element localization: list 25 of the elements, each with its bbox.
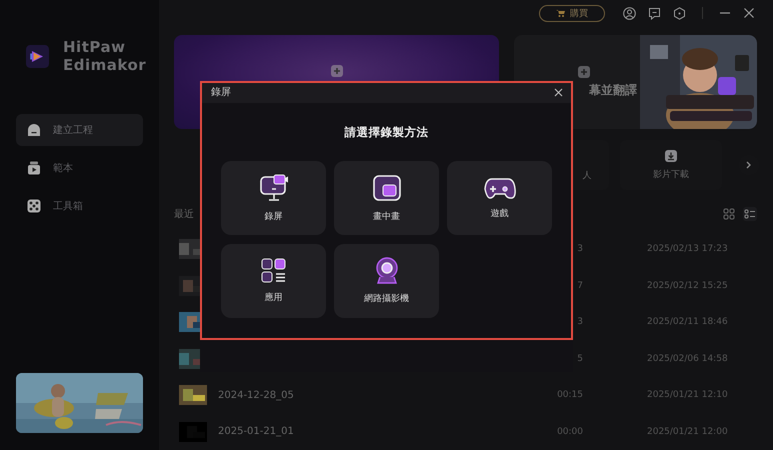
banner-label: 幕並翻譯 bbox=[589, 82, 637, 98]
duration: 3 bbox=[576, 244, 583, 254]
project-name: 2025-01-21_01 bbox=[218, 426, 295, 438]
option-label: 畫中畫 bbox=[373, 211, 400, 223]
option-label: 應用 bbox=[264, 292, 282, 304]
tool-label: 人 bbox=[582, 170, 592, 182]
modified-date: 2025/02/06 14:58 bbox=[647, 354, 728, 364]
section-title: 最近 bbox=[174, 208, 194, 221]
modified-date: 2025/02/13 17:23 bbox=[647, 244, 728, 254]
project-name: 2024-12-28_05 bbox=[218, 390, 295, 401]
duration: 5 bbox=[576, 354, 583, 364]
modified-date: 2025/02/12 15:25 bbox=[647, 280, 728, 291]
dialog-title: 錄屏 bbox=[211, 86, 231, 99]
duration: 3 bbox=[576, 317, 583, 328]
option-label: 錄屏 bbox=[264, 211, 282, 223]
option-label: 遊戲 bbox=[490, 208, 508, 220]
duration: 00:15 bbox=[556, 390, 583, 400]
option-label: 網路攝影機 bbox=[364, 293, 409, 305]
modified-date: 2025/01/21 12:00 bbox=[647, 426, 728, 437]
tool-label: 影片下載 bbox=[653, 168, 689, 180]
duration: 00:00 bbox=[556, 426, 583, 437]
dialog-heading: 請選擇錄製方法 bbox=[343, 125, 430, 140]
modified-date: 2025/01/21 12:10 bbox=[647, 390, 728, 400]
modified-date: 2025/02/11 18:46 bbox=[647, 317, 728, 328]
duration: 7 bbox=[576, 280, 583, 291]
